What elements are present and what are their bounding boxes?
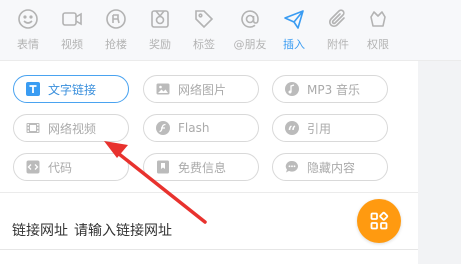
toolbar-item-reward[interactable]: 奖励 [140,8,180,56]
toolbar-item-label: 视频 [61,38,83,51]
music-icon [285,82,299,96]
link-url-row: 链接网址 [12,220,234,240]
grid-apps-icon [370,211,389,230]
insert-hidden-content-button[interactable]: 隐藏内容 [272,153,388,181]
toolbar-item-permission[interactable]: 权限 [358,8,398,56]
link-url-input[interactable] [74,223,234,239]
insert-text-link-button[interactable]: 文字链接 [13,75,129,103]
link-form: 链接网址 [0,193,418,264]
insert-free-info-button[interactable]: 免费信息 [143,153,259,181]
smile-icon [18,9,38,29]
permission-icon [370,11,386,27]
at-icon [241,10,259,28]
toolbar-item-label: 表情 [17,38,39,51]
insert-quote-button[interactable]: 引用 [272,114,388,142]
toolbar-item-label: 奖励 [149,38,171,51]
insert-button-label: 网络视频 [48,121,97,136]
insert-button-label: Flash [178,121,210,135]
link-url-label: 链接网址 [12,223,68,239]
grab-floor-icon [106,9,126,29]
insert-button-label: 网络图片 [178,82,227,97]
code-icon [26,160,40,174]
toolbar-item-label: 抢楼 [105,38,127,51]
toolbar-item-label: 权限 [367,38,389,51]
right-margin [418,61,461,264]
editor-toolbar: 表情 视频 抢楼 奖励 标签 @朋友 插入 附件 权限 [0,0,461,61]
insert-button-label: 引用 [307,121,332,136]
send-icon [284,10,304,29]
insert-flash-button[interactable]: Flash [143,114,259,142]
insert-panel: 文字链接 网络图片 MP3 音乐 网络视频 Flash 引用 代码 免费信息 隐… [0,61,418,193]
film-icon [26,121,40,135]
divider [0,249,418,250]
insert-button-label: 文字链接 [48,82,97,97]
toolbar-item-mention[interactable]: @朋友 [230,8,270,56]
video-camera-icon [62,12,82,26]
quote-icon [285,121,299,135]
insert-mp3-button[interactable]: MP3 音乐 [272,75,388,103]
toolbar-item-tag[interactable]: 标签 [184,8,224,56]
toolbar-item-video[interactable]: 视频 [52,8,92,56]
toolbar-item-emoji[interactable]: 表情 [8,8,48,56]
flash-icon [156,121,170,135]
text-t-icon [26,82,40,96]
insert-button-label: 免费信息 [178,160,227,175]
image-icon [156,82,170,96]
toolbar-item-label: 插入 [283,38,305,51]
insert-image-button[interactable]: 网络图片 [143,75,259,103]
toolbar-item-label: @朋友 [233,38,267,51]
toolbar-item-attachment[interactable]: 附件 [318,8,358,56]
toolbar-item-label: 标签 [193,38,215,51]
tag-icon [195,10,214,29]
toolbar-item-grab-floor[interactable]: 抢楼 [96,8,136,56]
reward-icon [151,10,169,28]
paperclip-icon [328,9,345,28]
insert-code-button[interactable]: 代码 [13,153,129,181]
chat-bubble-icon [285,160,299,174]
floating-apps-button[interactable] [357,199,401,243]
bookmark-icon [156,160,170,174]
toolbar-item-label: 附件 [327,38,349,51]
insert-button-label: MP3 音乐 [307,82,361,97]
insert-button-label: 隐藏内容 [307,160,356,175]
insert-video-button[interactable]: 网络视频 [13,114,129,142]
insert-button-label: 代码 [48,160,73,175]
toolbar-item-insert[interactable]: 插入 [274,8,314,56]
